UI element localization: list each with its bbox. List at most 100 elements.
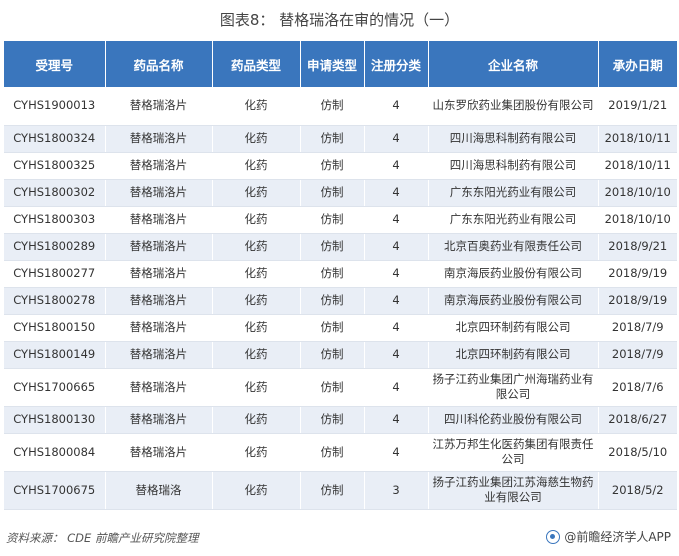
qianzhan-logo-icon [546,529,561,544]
drug-name-cell: 替格瑞洛 [105,471,213,510]
registration-class-cell: 4 [364,152,429,180]
column-header: 申请类型 [300,41,365,87]
application-type-cell: 仿制 [300,314,365,342]
drug-type-cell: 化药 [212,471,301,510]
date-cell: 2018/10/11 [598,125,677,153]
date-cell: 2018/10/11 [598,152,677,180]
acceptance-no-cell: CYHS1800278 [4,287,106,315]
drug-type-cell: 化药 [212,368,301,407]
acceptance-no-cell: CYHS1800303 [4,206,106,234]
application-type-cell: 仿制 [300,206,365,234]
date-cell: 2018/7/9 [598,314,677,342]
acceptance-no-cell: CYHS1800302 [4,179,106,207]
registration-class-cell: 4 [364,368,429,407]
drug-type-cell: 化药 [212,260,301,288]
drug-name-cell: 替格瑞洛片 [105,233,213,261]
registration-class-cell: 4 [364,233,429,261]
acceptance-no-cell: CYHS1900013 [4,87,106,126]
registration-class-cell: 4 [364,341,429,369]
company-name-cell: 南京海辰药业股份有限公司 [428,287,599,315]
column-header: 承办日期 [598,41,677,87]
acceptance-no-cell: CYHS1800277 [4,260,106,288]
table-row: CYHS1800289 替格瑞洛片 化药 仿制 4 北京百奥药业有限责任公司 2018/9/… [4,233,677,261]
date-cell: 2018/6/27 [598,406,677,434]
company-name-cell: 四川海思科制药有限公司 [428,152,599,180]
drug-type-cell: 化药 [212,314,301,342]
drug-type-cell: 化药 [212,152,301,180]
acceptance-no-cell: CYHS1700665 [4,368,106,407]
date-cell: 2018/9/21 [598,233,677,261]
application-type-cell: 仿制 [300,260,365,288]
brand-label: @前瞻经济学人APP [564,530,671,544]
acceptance-no-cell: CYHS1800130 [4,406,106,434]
company-name-cell: 北京四环制药有限公司 [428,314,599,342]
table-row: CYHS1800278 替格瑞洛片 化药 仿制 4 南京海辰药业股份有限公司 2018/9/… [4,287,677,315]
application-type-cell: 仿制 [300,125,365,153]
table-row: CYHS1800324 替格瑞洛片 化药 仿制 4 四川海思科制药有限公司 2018/10/… [4,125,677,153]
registration-class-cell: 4 [364,87,429,126]
table-row: CYHS1800277 替格瑞洛片 化药 仿制 4 南京海辰药业股份有限公司 2018/9/… [4,260,677,288]
registration-class-cell: 3 [364,471,429,510]
registration-class-cell: 4 [364,314,429,342]
drug-name-cell: 替格瑞洛片 [105,206,213,234]
source-note: 资料来源： CDE 前瞻产业研究院整理 [6,531,199,545]
drug-type-cell: 化药 [212,179,301,207]
application-type-cell: 仿制 [300,368,365,407]
drug-name-cell: 替格瑞洛片 [105,433,213,472]
drug-name-cell: 替格瑞洛片 [105,125,213,153]
date-cell: 2018/5/10 [598,433,677,472]
company-name-cell: 扬子江药业集团广州海瑞药业有限公司 [428,368,599,407]
drug-name-cell: 替格瑞洛片 [105,152,213,180]
drug-name-cell: 替格瑞洛片 [105,341,213,369]
company-name-cell: 四川海思科制药有限公司 [428,125,599,153]
acceptance-no-cell: CYHS1800324 [4,125,106,153]
date-cell: 2018/10/10 [598,206,677,234]
registration-class-cell: 4 [364,287,429,315]
acceptance-no-cell: CYHS1800289 [4,233,106,261]
date-cell: 2018/7/9 [598,341,677,369]
drug-type-cell: 化药 [212,287,301,315]
date-cell: 2018/9/19 [598,287,677,315]
company-name-cell: 扬子江药业集团江苏海慈生物药业有限公司 [428,471,599,510]
figure-title: 图表8： 替格瑞洛在审的情况（一） [219,11,460,29]
registration-class-cell: 4 [364,260,429,288]
drug-type-cell: 化药 [212,87,301,126]
application-type-cell: 仿制 [300,152,365,180]
table-row: CYHS1800303 替格瑞洛片 化药 仿制 4 广东东阳光药业有限公司 2018/10/… [4,206,677,234]
acceptance-no-cell: CYHS1800325 [4,152,106,180]
table-row: CYHS1800149 替格瑞洛片 化药 仿制 4 北京四环制药有限公司 2018/7/9 [4,341,677,369]
date-cell: 2018/5/2 [598,471,677,510]
table-row: CYHS1700665 替格瑞洛片 化药 仿制 4 扬子江药业集团广州海瑞药业有限公司 20… [4,368,677,407]
table-row: CYHS1900013 替格瑞洛片 化药 仿制 4 山东罗欣药业集团股份有限公司 2019/… [4,87,677,126]
drug-type-cell: 化药 [212,406,301,434]
drug-name-cell: 替格瑞洛片 [105,179,213,207]
company-name-cell: 山东罗欣药业集团股份有限公司 [428,87,599,126]
table-row: CYHS1800130 替格瑞洛片 化药 仿制 4 四川科伦药业股份有限公司 2018/6/… [4,406,677,434]
table-row: CYHS1800084 替格瑞洛片 化药 仿制 4 江苏万邦生化医药集团有限责任公司 201… [4,433,677,472]
drug-type-cell: 化药 [212,433,301,472]
acceptance-no-cell: CYHS1800149 [4,341,106,369]
company-name-cell: 广东东阳光药业有限公司 [428,179,599,207]
application-type-cell: 仿制 [300,233,365,261]
acceptance-no-cell: CYHS1800150 [4,314,106,342]
drug-type-cell: 化药 [212,341,301,369]
application-type-cell: 仿制 [300,179,365,207]
company-name-cell: 北京百奥药业有限责任公司 [428,233,599,261]
application-type-cell: 仿制 [300,406,365,434]
drug-type-cell: 化药 [212,125,301,153]
column-header: 注册分类 [364,41,429,87]
drug-type-cell: 化药 [212,233,301,261]
table-header-row: 受理号 药品名称 药品类型 申请类型 注册分类 企业名称 承办日期 [4,41,677,87]
company-name-cell: 四川科伦药业股份有限公司 [428,406,599,434]
date-cell: 2019/1/21 [598,87,677,126]
drug-name-cell: 替格瑞洛片 [105,260,213,288]
drug-name-cell: 替格瑞洛片 [105,406,213,434]
date-cell: 2018/7/6 [598,368,677,407]
date-cell: 2018/9/19 [598,260,677,288]
registration-class-cell: 4 [364,206,429,234]
acceptance-no-cell: CYHS1800084 [4,433,106,472]
column-header: 药品名称 [105,41,213,87]
drug-name-cell: 替格瑞洛片 [105,314,213,342]
table-row: CYHS1700675 替格瑞洛 化药 仿制 3 扬子江药业集团江苏海慈生物药业有限公司 2… [4,471,677,510]
registration-class-cell: 4 [364,406,429,434]
